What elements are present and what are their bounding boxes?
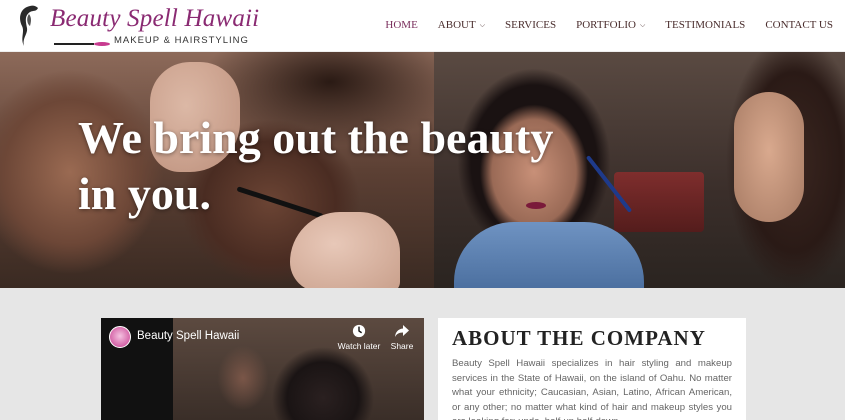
- nav-about[interactable]: ABOUT ⌵: [438, 19, 485, 31]
- video-title[interactable]: Beauty Spell Hawaii: [137, 330, 239, 342]
- logo-silhouette-icon: [20, 5, 38, 46]
- about-paragraph: Beauty Spell Hawaii specializes in hair …: [452, 358, 732, 420]
- nav-services[interactable]: SERVICES: [505, 19, 556, 31]
- clock-icon: [352, 324, 366, 338]
- makeup-kit-graphic: [614, 172, 704, 232]
- caret-down-icon: ⌵: [639, 20, 646, 29]
- nav-home[interactable]: HOME: [385, 19, 417, 31]
- site-header: Beauty Spell Hawaii MAKEUP & HAIRSTYLING…: [0, 0, 845, 52]
- hero-banner: We bring out the beauty in you.: [0, 52, 845, 288]
- nav-testimonials-label: TESTIMONIALS: [665, 19, 746, 31]
- nav-portfolio[interactable]: PORTFOLIO ⌵: [576, 19, 645, 31]
- nav-services-label: SERVICES: [505, 19, 557, 31]
- share-button[interactable]: Share: [380, 324, 424, 351]
- nav-contact[interactable]: CONTACT US: [765, 19, 833, 31]
- hero-headline-line1: We bring out the beauty: [78, 112, 554, 163]
- logo-tagline: MAKEUP & HAIRSTYLING: [114, 35, 249, 46]
- about-section: Beauty Spell Hawaii Watch later Share AB…: [0, 288, 845, 420]
- watch-later-button[interactable]: Watch later: [337, 324, 381, 351]
- share-label: Share: [390, 341, 414, 351]
- main-nav: HOME ABOUT ⌵ SERVICES PORTFOLIO ⌵ TESTIM…: [365, 19, 833, 31]
- makeup-brush-icon: [54, 42, 110, 46]
- logo-wordmark: Beauty Spell Hawaii: [50, 5, 260, 32]
- about-card: ABOUT THE COMPANY Beauty Spell Hawaii sp…: [438, 318, 746, 420]
- about-heading: ABOUT THE COMPANY: [452, 326, 706, 350]
- model-shirt-graphic: [454, 222, 644, 288]
- share-icon: [395, 325, 409, 337]
- youtube-video-embed[interactable]: Beauty Spell Hawaii Watch later Share: [101, 318, 424, 420]
- caret-down-icon: ⌵: [479, 20, 485, 29]
- nav-portfolio-label: PORTFOLIO: [576, 19, 636, 31]
- hero-hand-graphic: [290, 212, 400, 288]
- hero-headline-line2: in you.: [78, 168, 211, 219]
- watch-later-label: Watch later: [337, 341, 381, 351]
- hero-headline: We bring out the beauty in you.: [78, 110, 598, 222]
- artist-face-graphic: [734, 92, 804, 222]
- site-logo[interactable]: Beauty Spell Hawaii MAKEUP & HAIRSTYLING: [16, 4, 259, 48]
- nav-home-label: HOME: [385, 19, 418, 31]
- nav-testimonials[interactable]: TESTIMONIALS: [665, 19, 745, 31]
- channel-avatar[interactable]: [109, 326, 131, 348]
- nav-about-label: ABOUT: [437, 19, 476, 31]
- nav-contact-label: CONTACT US: [765, 19, 833, 31]
